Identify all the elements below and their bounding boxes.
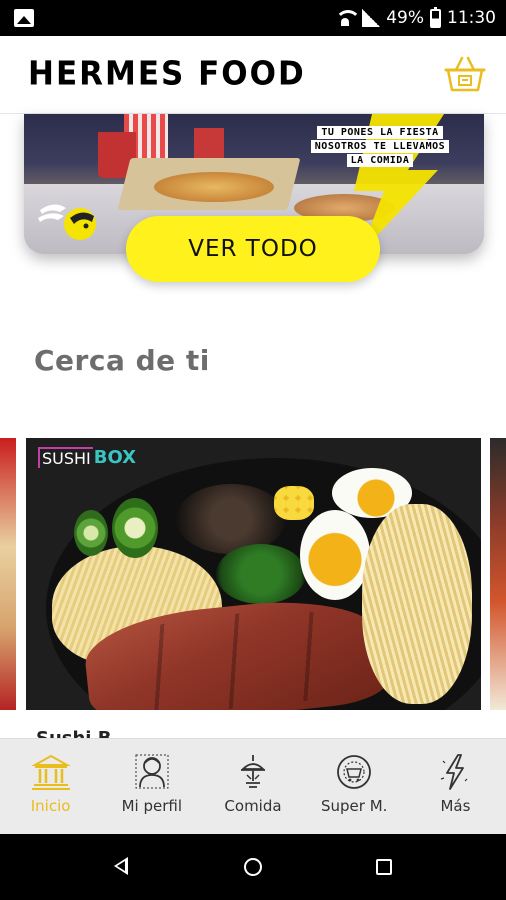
nav-label: Comida: [224, 797, 282, 815]
nav-item-comida[interactable]: Comida: [202, 739, 303, 834]
restaurant-card[interactable]: SUSHI BOX: [26, 438, 481, 710]
nav-label: Mi perfil: [121, 797, 183, 815]
bottom-navigation: Inicio Mi perfil Comida Super M. Más: [0, 738, 506, 834]
food-image-part: [74, 510, 108, 556]
bolt-icon: [441, 754, 468, 790]
nav-label: Más: [440, 797, 471, 815]
nav-item-inicio[interactable]: Inicio: [0, 739, 101, 834]
hermes-mascot-logo: [38, 204, 96, 240]
section-title: Cerca de ti: [34, 344, 210, 377]
recent-apps-icon[interactable]: [376, 859, 392, 875]
restaurant-card-partial[interactable]: [490, 438, 506, 710]
banner-slogan: TU PONES LA FIESTA NOSOTROS TE LLEVAMOS …: [292, 126, 468, 167]
wifi-icon: [334, 10, 356, 26]
food-image-part: [274, 486, 314, 520]
slogan-line: NOSOTROS TE LLEVAMOS: [310, 140, 450, 153]
restaurant-brand-logo: SUSHI BOX: [38, 442, 136, 472]
food-image-part: [112, 498, 158, 558]
nav-label: Inicio: [30, 797, 71, 815]
brand-sushi: SUSHI: [38, 446, 93, 468]
gallery-notification-icon: [14, 9, 34, 27]
nav-item-mas[interactable]: Más: [405, 739, 506, 834]
home-icon[interactable]: [244, 858, 262, 876]
brand-box: BOX: [93, 446, 137, 468]
back-icon[interactable]: [114, 857, 128, 875]
slogan-line: TU PONES LA FIESTA: [317, 126, 443, 139]
nav-label: Super M.: [320, 797, 388, 815]
signal-icon: [362, 9, 381, 27]
status-bar: 49% 11:30: [0, 0, 506, 36]
slogan-line: LA COMIDA: [346, 154, 414, 167]
profile-icon: [135, 754, 169, 789]
battery-icon: [430, 6, 441, 28]
food-image-part: [300, 510, 370, 600]
nav-item-mi-perfil[interactable]: Mi perfil: [101, 739, 202, 834]
food-image-part: [176, 484, 286, 554]
clock: 11:30: [447, 8, 496, 28]
ver-todo-button[interactable]: VER TODO: [126, 216, 380, 282]
app-screen: 49% 11:30 HERMES FOOD TU PONES LA FIESTA…: [0, 0, 506, 900]
system-navigation-bar: [0, 834, 506, 900]
nav-item-super-m[interactable]: Super M.: [304, 739, 405, 834]
supermarket-icon: [337, 755, 372, 789]
basket-icon[interactable]: [444, 54, 486, 94]
restaurant-card-partial[interactable]: [0, 438, 16, 710]
app-header: HERMES FOOD: [0, 36, 506, 114]
battery-percent: 49%: [386, 8, 424, 28]
pizza-decoration: [154, 172, 274, 202]
temple-icon: [30, 754, 71, 790]
dish-icon: [240, 755, 266, 788]
food-image-part: [216, 544, 306, 604]
app-logo: HERMES FOOD: [28, 55, 306, 93]
food-image-part: [362, 504, 472, 704]
status-right: 49% 11:30: [334, 0, 496, 36]
